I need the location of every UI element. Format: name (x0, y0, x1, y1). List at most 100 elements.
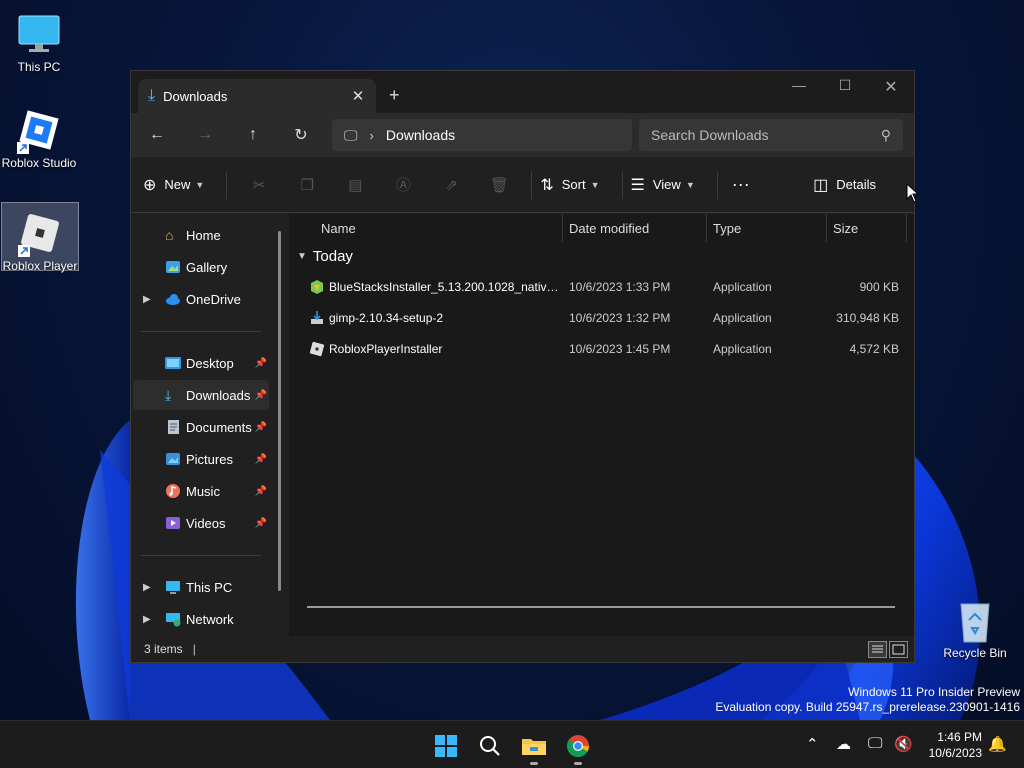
roblox-studio-icon (15, 106, 63, 154)
back-button[interactable]: ← (133, 126, 181, 144)
desktop-folder-icon (165, 355, 181, 371)
file-size: 4,572 KB (849, 342, 899, 356)
tab-title: Downloads (163, 88, 228, 104)
chevron-right-icon: ▶ (143, 293, 151, 305)
cloud-icon (165, 291, 181, 307)
nav-item-onedrive[interactable]: ▶ OneDrive (133, 284, 269, 314)
title-bar: ⤓ Downloads ✕ + — ☐ ✕ (131, 71, 914, 113)
network-tray-icon[interactable]: 🖵 (868, 735, 882, 752)
new-tab-button[interactable]: + (389, 85, 400, 106)
pin-icon[interactable]: 📌 (255, 486, 267, 497)
pin-icon[interactable]: 📌 (255, 518, 267, 529)
file-explorer-taskbar-button[interactable] (514, 729, 554, 765)
divider (621, 170, 623, 199)
home-icon: ⌂ (165, 227, 174, 243)
nav-label: Music (186, 483, 220, 499)
nav-item-gallery[interactable]: Gallery (133, 252, 269, 282)
view-button[interactable]: ☰ View ▼ (631, 175, 695, 195)
more-options-button[interactable]: ··· (732, 174, 750, 195)
desktop-icon-roblox-player[interactable]: Roblox Player (1, 202, 79, 273)
nav-item-music[interactable]: Music 📌 (133, 476, 269, 506)
clock[interactable]: 1:46 PM 10/6/2023 (929, 729, 982, 761)
forward-button[interactable]: → (181, 126, 229, 144)
nav-item-documents[interactable]: Documents 📌 (133, 412, 269, 442)
running-indicator (574, 762, 582, 765)
start-button[interactable] (426, 729, 466, 763)
search-input[interactable]: Search Downloads ⚲ (639, 119, 903, 151)
nav-item-downloads[interactable]: ⤓ Downloads 📌 (133, 380, 269, 410)
file-name: BlueStacksInstaller_5.13.200.1028_native… (329, 280, 559, 294)
details-view-button[interactable] (868, 641, 887, 658)
volume-muted-icon[interactable]: 🔇 (894, 735, 913, 753)
status-separator: | (192, 642, 196, 656)
watermark-line-1: Windows 11 Pro Insider Preview (848, 685, 1020, 699)
pin-icon[interactable]: 📌 (255, 358, 267, 369)
desktop-icon-this-pc[interactable]: This PC (0, 4, 78, 74)
breadcrumb-chevron-icon: › (369, 127, 374, 143)
desktop-icon-roblox-studio[interactable]: Roblox Studio (0, 100, 78, 170)
notification-bell-icon[interactable]: 🔔 (988, 735, 1007, 753)
onedrive-tray-icon[interactable]: ☁ (836, 735, 851, 753)
nav-item-videos[interactable]: Videos 📌 (133, 508, 269, 538)
file-row[interactable]: RobloxPlayerInstaller 10/6/2023 1:45 PM … (299, 334, 904, 364)
navigation-scrollbar[interactable] (278, 231, 281, 591)
column-header-type[interactable]: Type (707, 214, 827, 242)
minimize-button[interactable]: — (776, 77, 822, 93)
close-tab-icon[interactable]: ✕ (346, 87, 370, 105)
column-header-size[interactable]: Size (827, 214, 907, 242)
nav-item-network[interactable]: ▶ Network (133, 604, 269, 634)
show-hidden-icons-button[interactable]: ⌃ (806, 735, 819, 753)
mouse-cursor-icon (906, 183, 920, 203)
refresh-button[interactable]: ↻ (277, 125, 325, 145)
pin-icon[interactable]: 📌 (255, 422, 267, 433)
maximize-button[interactable]: ☐ (822, 77, 868, 94)
nav-item-pictures[interactable]: Pictures 📌 (133, 444, 269, 474)
up-button[interactable]: ↑ (229, 126, 277, 144)
new-button[interactable]: ⊕ New ▼ (143, 175, 204, 195)
pictures-icon (165, 451, 181, 467)
file-row[interactable]: BlueStacksInstaller_5.13.200.1028_native… (299, 272, 904, 302)
tab-downloads[interactable]: ⤓ Downloads ✕ (138, 79, 376, 113)
desktop-icon-label: Recycle Bin (943, 646, 1007, 660)
document-icon (165, 419, 181, 435)
nav-label: This PC (186, 579, 233, 595)
close-window-button[interactable]: ✕ (868, 77, 914, 97)
breadcrumb-location[interactable]: Downloads (386, 127, 455, 143)
search-icon: ⚲ (880, 126, 891, 143)
recycle-bin-icon (951, 596, 999, 644)
divider (716, 170, 718, 199)
nav-label: Desktop (186, 355, 234, 371)
pin-icon[interactable]: 📌 (255, 454, 267, 465)
tiles-view-button[interactable] (889, 641, 908, 658)
details-button[interactable]: ◫ Details (813, 175, 876, 195)
group-header-today[interactable]: ▼ Today (297, 248, 353, 265)
chrome-taskbar-button[interactable] (558, 729, 598, 765)
nav-item-home[interactable]: ⌂ Home (133, 220, 269, 250)
nav-item-desktop[interactable]: Desktop 📌 (133, 348, 269, 378)
delete-button[interactable]: 🗑 (475, 176, 523, 194)
nav-label: Home (186, 227, 221, 243)
file-row[interactable]: gimp-2.10.34-setup-2 10/6/2023 1:32 PM A… (299, 303, 904, 333)
desktop-icon-recycle-bin[interactable]: Recycle Bin (936, 590, 1014, 660)
rename-button[interactable]: Ⓐ (379, 174, 427, 195)
share-button[interactable]: ⇗ (427, 176, 475, 194)
details-label: Details (836, 177, 876, 192)
chevron-right-icon: ▶ (143, 613, 151, 625)
search-button[interactable] (470, 729, 510, 763)
view-label: View (652, 177, 681, 192)
column-header-date-modified[interactable]: Date modified (563, 214, 707, 242)
paste-button[interactable]: ▤ (331, 176, 379, 194)
pin-icon[interactable]: 📌 (255, 390, 267, 401)
cut-button[interactable]: ✂ (235, 176, 283, 194)
address-bar[interactable]: 🖵 › Downloads (332, 119, 632, 151)
column-header-name[interactable]: Name (289, 214, 563, 242)
evaluation-watermark: Windows 11 Pro Insider Preview Evaluatio… (715, 685, 1020, 715)
clock-date: 10/6/2023 (928, 746, 982, 760)
nav-item-this-pc[interactable]: ▶ This PC (133, 572, 269, 602)
sort-button[interactable]: ⇅ Sort ▼ (540, 175, 599, 195)
copy-button[interactable]: ❐ (283, 176, 331, 194)
divider (531, 170, 533, 199)
horizontal-scrollbar[interactable] (307, 606, 895, 608)
column-label: Name (321, 220, 356, 236)
clock-time: 1:46 PM (937, 730, 982, 744)
